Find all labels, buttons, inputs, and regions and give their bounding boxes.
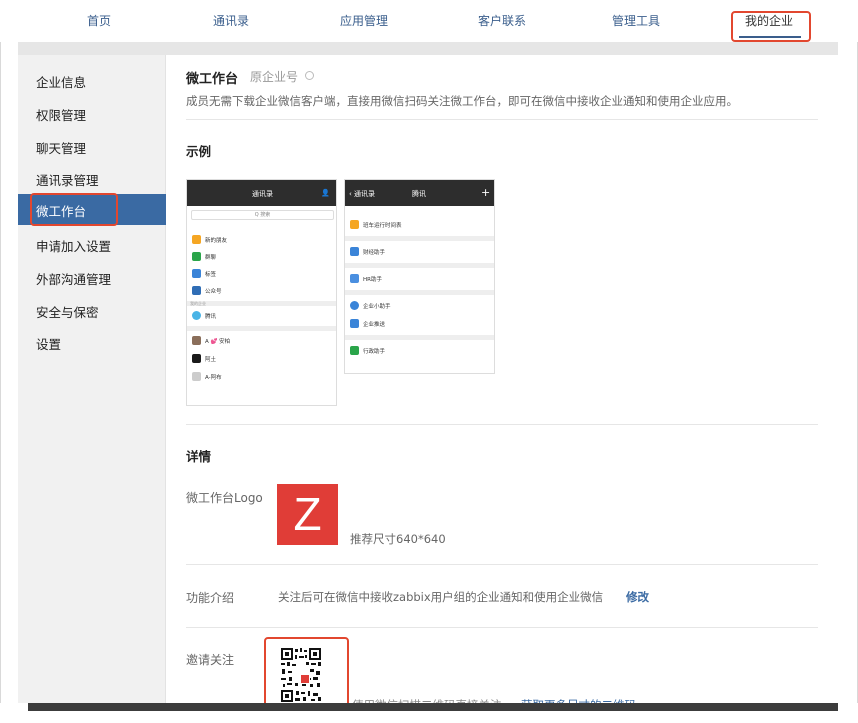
tencent-icon bbox=[192, 311, 201, 320]
sidebar-item-enterprise-info[interactable]: 企业信息 bbox=[36, 72, 86, 91]
page-description: 成员无需下载企业微信客户端，直接用微信扫码关注微工作台，即可在微信中接收企业通知… bbox=[186, 94, 738, 108]
assistant-icon bbox=[350, 301, 359, 310]
logo-size-hint: 推荐尺寸640*640 bbox=[350, 532, 446, 546]
sidebar-item-chat-management[interactable]: 聊天管理 bbox=[36, 138, 86, 157]
phone-title: 通讯录 bbox=[252, 190, 273, 198]
list-item: 行政助手 bbox=[345, 343, 494, 359]
phone-title-bar: 通讯录 👤 bbox=[187, 180, 336, 206]
section-separator bbox=[345, 335, 494, 340]
hr-icon bbox=[350, 274, 359, 283]
avatar bbox=[192, 336, 201, 345]
list-item: 新的朋友 bbox=[187, 232, 336, 248]
group-chat-icon bbox=[192, 252, 201, 261]
workbench-logo[interactable]: Z bbox=[277, 484, 338, 545]
divider bbox=[186, 627, 818, 628]
avatar bbox=[192, 372, 201, 381]
phone-title: 腾讯 bbox=[412, 190, 426, 198]
divider bbox=[186, 424, 818, 425]
tag-icon bbox=[192, 269, 201, 278]
list-item: 财经助手 bbox=[345, 244, 494, 260]
section-separator bbox=[345, 263, 494, 268]
sidebar-item-permissions[interactable]: 权限管理 bbox=[36, 105, 86, 124]
add-contact-icon: 👤 bbox=[321, 189, 330, 197]
nav-home[interactable]: 首页 bbox=[87, 12, 111, 29]
schedule-icon bbox=[350, 220, 359, 229]
info-icon[interactable] bbox=[305, 71, 314, 80]
divider bbox=[186, 564, 818, 565]
list-item: 班车运行时间表 bbox=[345, 217, 494, 233]
list-item: 群聊 bbox=[187, 249, 336, 265]
list-item: 阿土 bbox=[187, 351, 336, 367]
section-separator bbox=[345, 236, 494, 241]
list-item: 公众号 bbox=[187, 283, 336, 299]
section-separator bbox=[187, 326, 336, 331]
nav-customer-contact[interactable]: 客户联系 bbox=[478, 12, 526, 29]
plus-icon: + bbox=[481, 186, 491, 199]
section-separator: 我的企业 bbox=[187, 301, 336, 306]
avatar bbox=[192, 354, 201, 363]
sidebar-item-security[interactable]: 安全与保密 bbox=[36, 302, 99, 321]
phone-title-bar: ‹ 通讯录 腾讯 + bbox=[345, 180, 494, 206]
header-divider-bar bbox=[18, 42, 838, 55]
nav-contacts[interactable]: 通讯录 bbox=[213, 12, 249, 29]
admin-icon bbox=[350, 346, 359, 355]
example-phone-tencent: ‹ 通讯录 腾讯 + 班车运行时间表 财经助手 HR助手 企业小助手 企业推送 … bbox=[344, 179, 495, 374]
finance-icon bbox=[350, 247, 359, 256]
qr-highlight-box bbox=[264, 637, 349, 707]
nav-highlight-box bbox=[731, 11, 811, 42]
nav-app-management[interactable]: 应用管理 bbox=[340, 12, 388, 29]
list-item: HR助手 bbox=[345, 271, 494, 287]
page-title: 微工作台 bbox=[186, 72, 239, 87]
section-separator bbox=[345, 290, 494, 295]
divider bbox=[186, 119, 818, 120]
list-item: A 💕 安柏 bbox=[187, 333, 336, 349]
invite-label: 邀请关注 bbox=[186, 653, 235, 667]
list-item: A-阿布 bbox=[187, 369, 336, 385]
new-friends-icon bbox=[192, 235, 201, 244]
list-item: 企业小助手 bbox=[345, 298, 494, 314]
top-nav: 首页 通讯录 应用管理 客户联系 管理工具 我的企业 bbox=[0, 0, 858, 42]
details-heading: 详情 bbox=[186, 449, 212, 464]
sidebar-item-settings[interactable]: 设置 bbox=[36, 334, 61, 353]
logo-letter: Z bbox=[293, 488, 322, 540]
sidebar-highlight-box bbox=[30, 193, 118, 226]
sidebar-item-join-settings[interactable]: 申请加入设置 bbox=[36, 236, 111, 255]
back-link: ‹ 通讯录 bbox=[349, 190, 376, 198]
page-subtitle: 原企业号 bbox=[250, 70, 299, 84]
list-item: 企业推送 bbox=[345, 316, 494, 332]
sidebar-item-contacts-management[interactable]: 通讯录管理 bbox=[36, 170, 99, 189]
sidebar-item-external-communication[interactable]: 外部沟通管理 bbox=[36, 269, 111, 288]
home-icon bbox=[350, 319, 359, 328]
intro-text: 关注后可在微信中接收zabbix用户组的企业通知和使用企业微信 bbox=[278, 590, 604, 604]
phone-search-box: Q 搜索 bbox=[191, 210, 334, 220]
list-item: 标签 bbox=[187, 266, 336, 282]
example-phone-contacts: 通讯录 👤 Q 搜索 新的朋友 群聊 标签 公众号 我的企业 腾讯 A 💕 安柏… bbox=[186, 179, 337, 406]
official-account-icon bbox=[192, 286, 201, 295]
list-item: 腾讯 bbox=[187, 308, 336, 324]
intro-label: 功能介绍 bbox=[186, 591, 235, 605]
nav-management-tools[interactable]: 管理工具 bbox=[612, 12, 660, 29]
modify-link[interactable]: 修改 bbox=[626, 589, 649, 605]
example-heading: 示例 bbox=[186, 144, 212, 159]
window-bottom-edge bbox=[28, 703, 838, 711]
logo-label: 微工作台Logo bbox=[186, 491, 263, 505]
